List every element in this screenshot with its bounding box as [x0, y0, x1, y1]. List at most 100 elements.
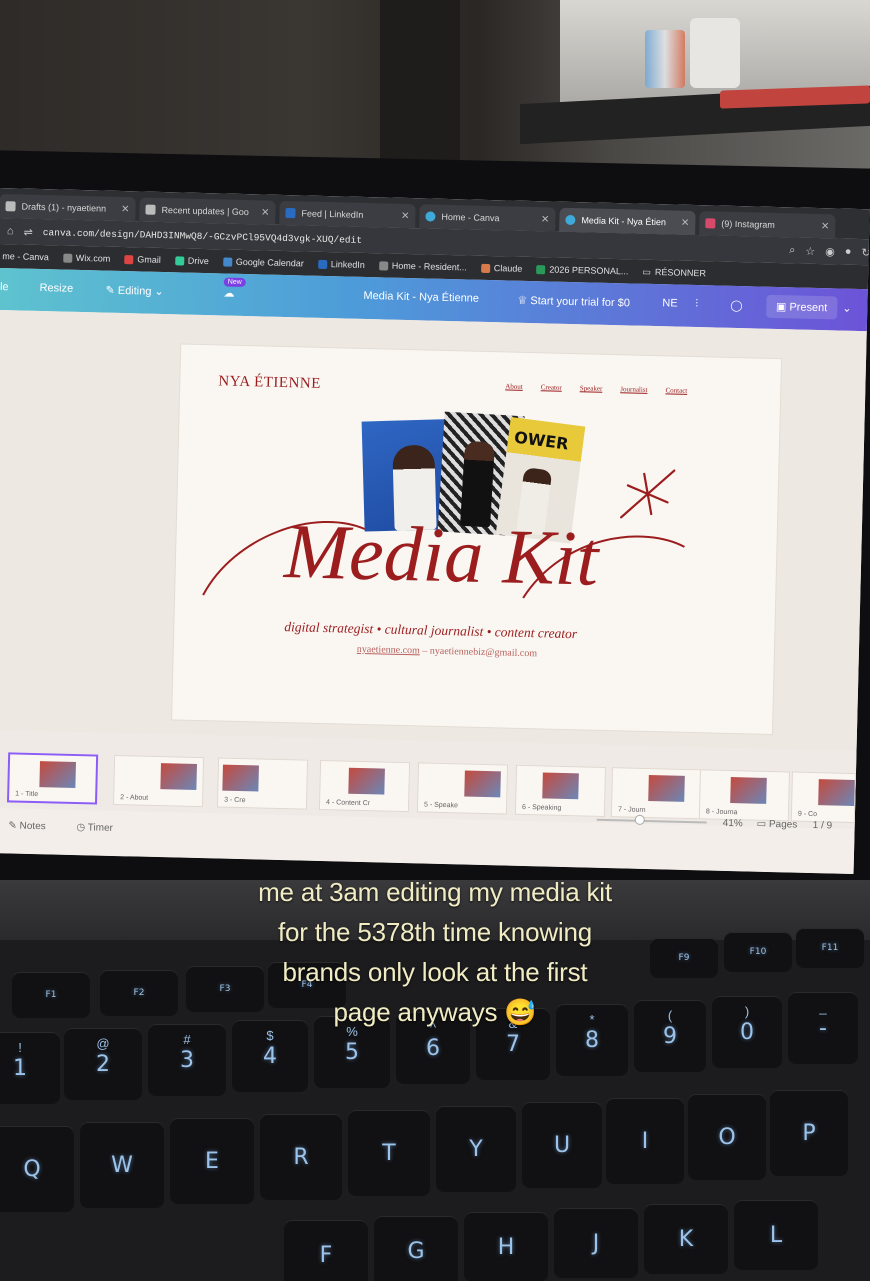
nav-link-speaker[interactable]: Speaker: [580, 384, 603, 393]
key-p[interactable]: P: [770, 1090, 848, 1176]
nav-link-about[interactable]: About: [505, 382, 523, 390]
site-settings-icon[interactable]: ⇌: [23, 225, 33, 238]
cloud-save-icon[interactable]: ☁: [223, 286, 234, 299]
extension-icon[interactable]: ◉: [825, 245, 835, 258]
profile-icon[interactable]: ●: [845, 246, 852, 258]
bookmark[interactable]: Gmail: [124, 254, 161, 265]
trial-button[interactable]: ♕ Start your trial for $0: [517, 294, 630, 310]
key-r[interactable]: R: [260, 1114, 342, 1200]
key-l[interactable]: L: [734, 1200, 818, 1270]
thumbnail-image: [222, 764, 259, 792]
email-link[interactable]: nyaetiennebiz@gmail.com: [430, 646, 537, 660]
key-y[interactable]: Y: [436, 1106, 516, 1192]
browser-tab[interactable]: Home - Canva ✕: [419, 204, 556, 232]
caption-line: me at 3am editing my media kit: [258, 877, 612, 907]
contact-line[interactable]: nyaetienne.com – nyaetiennebiz@gmail.com: [357, 644, 537, 659]
present-button[interactable]: ▣ Present: [765, 294, 838, 320]
thumbnail-image: [464, 770, 501, 798]
close-icon[interactable]: ✕: [121, 203, 130, 214]
browser-tab[interactable]: Recent updates | Goo ✕: [139, 197, 276, 225]
zoom-slider-handle[interactable]: [634, 814, 645, 825]
key-3[interactable]: #3: [148, 1024, 226, 1096]
nav-link-contact[interactable]: Contact: [665, 386, 687, 395]
document-title[interactable]: Media Kit - Nya Étienne: [363, 290, 479, 305]
thumbnail-page[interactable]: 3 - Cre: [216, 757, 309, 810]
thumbnail-page[interactable]: 4 - Content Cr: [318, 759, 411, 813]
brand-name[interactable]: NYA ÉTIENNE: [218, 373, 321, 393]
thumbnail-page[interactable]: 7 - Journ: [610, 767, 703, 820]
reload-icon[interactable]: ↻: [861, 246, 869, 259]
thumbnail-label: 1 - Title: [15, 790, 39, 799]
comment-icon[interactable]: ◯: [730, 299, 743, 312]
editing-mode-dropdown[interactable]: ✎ Editing ⌄: [105, 284, 164, 298]
bookmark[interactable]: LinkedIn: [317, 259, 365, 270]
nav-link-creator[interactable]: Creator: [541, 383, 562, 392]
bookmark[interactable]: Claude: [480, 263, 523, 274]
trial-label: Start your trial for $0: [530, 294, 631, 310]
media-kit-headline[interactable]: Media Kit: [193, 495, 716, 618]
thumbnail-page[interactable]: 2 - About: [112, 754, 205, 808]
close-icon[interactable]: ✕: [261, 207, 270, 218]
thumbnail-image: [348, 767, 385, 795]
resize-button[interactable]: Resize: [39, 282, 73, 295]
thumbnail-label: 5 - Speake: [423, 801, 458, 810]
tagline[interactable]: digital strategist • cultural journalist…: [284, 619, 577, 642]
thumbnail-page[interactable]: 9 - Co: [790, 771, 856, 824]
thumbnail-page[interactable]: 8 - Journa: [698, 769, 790, 822]
pages-label: Pages: [768, 818, 798, 831]
key-2[interactable]: @2: [64, 1028, 142, 1100]
laptop-screen: Drafts (1) - nyaetienn ✕ Recent updates |…: [0, 188, 870, 875]
bookmark-icon: [378, 260, 388, 270]
browser-tab-active[interactable]: Media Kit - Nya Étien ✕: [559, 207, 696, 235]
key-i[interactable]: I: [606, 1098, 684, 1184]
key-j[interactable]: J: [554, 1208, 638, 1278]
bookmark[interactable]: 2026 PERSONAL...: [536, 264, 629, 276]
key-u[interactable]: U: [522, 1102, 602, 1188]
key-h[interactable]: H: [464, 1212, 548, 1281]
timer-button[interactable]: ◷ Timer: [76, 822, 113, 834]
bookmark-star-icon[interactable]: ☆: [805, 244, 815, 257]
website-link[interactable]: nyaetienne.com: [357, 644, 420, 657]
chevron-down-icon[interactable]: ⌄: [842, 302, 852, 315]
close-icon[interactable]: ✕: [821, 221, 830, 232]
nav-link-journalist[interactable]: Journalist: [620, 385, 647, 394]
key-g[interactable]: G: [374, 1216, 458, 1281]
bookmark[interactable]: Home - Resident...: [378, 260, 467, 272]
browser-tab[interactable]: (9) Instagram ✕: [699, 211, 836, 239]
pages-icon: ▭: [756, 818, 770, 830]
bookmark[interactable]: Wix.com: [62, 253, 110, 264]
thumbnail-page[interactable]: 1 - Title: [6, 752, 99, 805]
browser-tab[interactable]: Feed | LinkedIn ✕: [279, 200, 416, 229]
close-icon[interactable]: ✕: [401, 210, 410, 221]
bookmark[interactable]: Drive: [174, 255, 209, 266]
bookmark[interactable]: me - Canva: [2, 251, 49, 262]
pages-button[interactable]: ▭ Pages: [757, 819, 798, 831]
bookmark[interactable]: Google Calendar: [222, 256, 304, 268]
magazine-cover-text: OWER: [513, 427, 570, 454]
browser-tab[interactable]: Drafts (1) - nyaetienn ✕: [0, 193, 136, 222]
key-w[interactable]: W: [80, 1122, 164, 1208]
slide-page[interactable]: NYA ÉTIENNE About Creator Speaker Journa…: [172, 344, 782, 735]
notes-button[interactable]: ✎ Notes: [8, 820, 46, 832]
close-icon[interactable]: ✕: [681, 217, 690, 228]
key-shift-label: !: [18, 1040, 22, 1055]
key-o[interactable]: O: [688, 1094, 766, 1180]
zoom-level[interactable]: 41%: [723, 818, 743, 829]
bookmark-folder[interactable]: ▭ RÉSONNER: [642, 266, 706, 279]
key-f[interactable]: F: [284, 1220, 368, 1281]
avatar[interactable]: NE: [662, 297, 678, 309]
key-label: U: [553, 1132, 571, 1158]
key-1[interactable]: ! 1: [0, 1032, 60, 1104]
file-menu[interactable]: ile: [0, 281, 9, 293]
key-k[interactable]: K: [644, 1204, 728, 1274]
zoom-icon[interactable]: ⌕: [789, 244, 795, 257]
analytics-icon[interactable]: ⫶: [695, 298, 698, 311]
close-icon[interactable]: ✕: [541, 214, 550, 225]
thumbnail-page[interactable]: 6 - Speaking: [514, 764, 607, 817]
key-e[interactable]: E: [170, 1118, 254, 1204]
home-icon[interactable]: ⌂: [7, 225, 14, 237]
sheets-icon: [536, 264, 546, 274]
thumbnail-page[interactable]: 5 - Speake: [416, 762, 509, 815]
key-t[interactable]: T: [348, 1110, 430, 1196]
key-q[interactable]: Q: [0, 1126, 74, 1212]
